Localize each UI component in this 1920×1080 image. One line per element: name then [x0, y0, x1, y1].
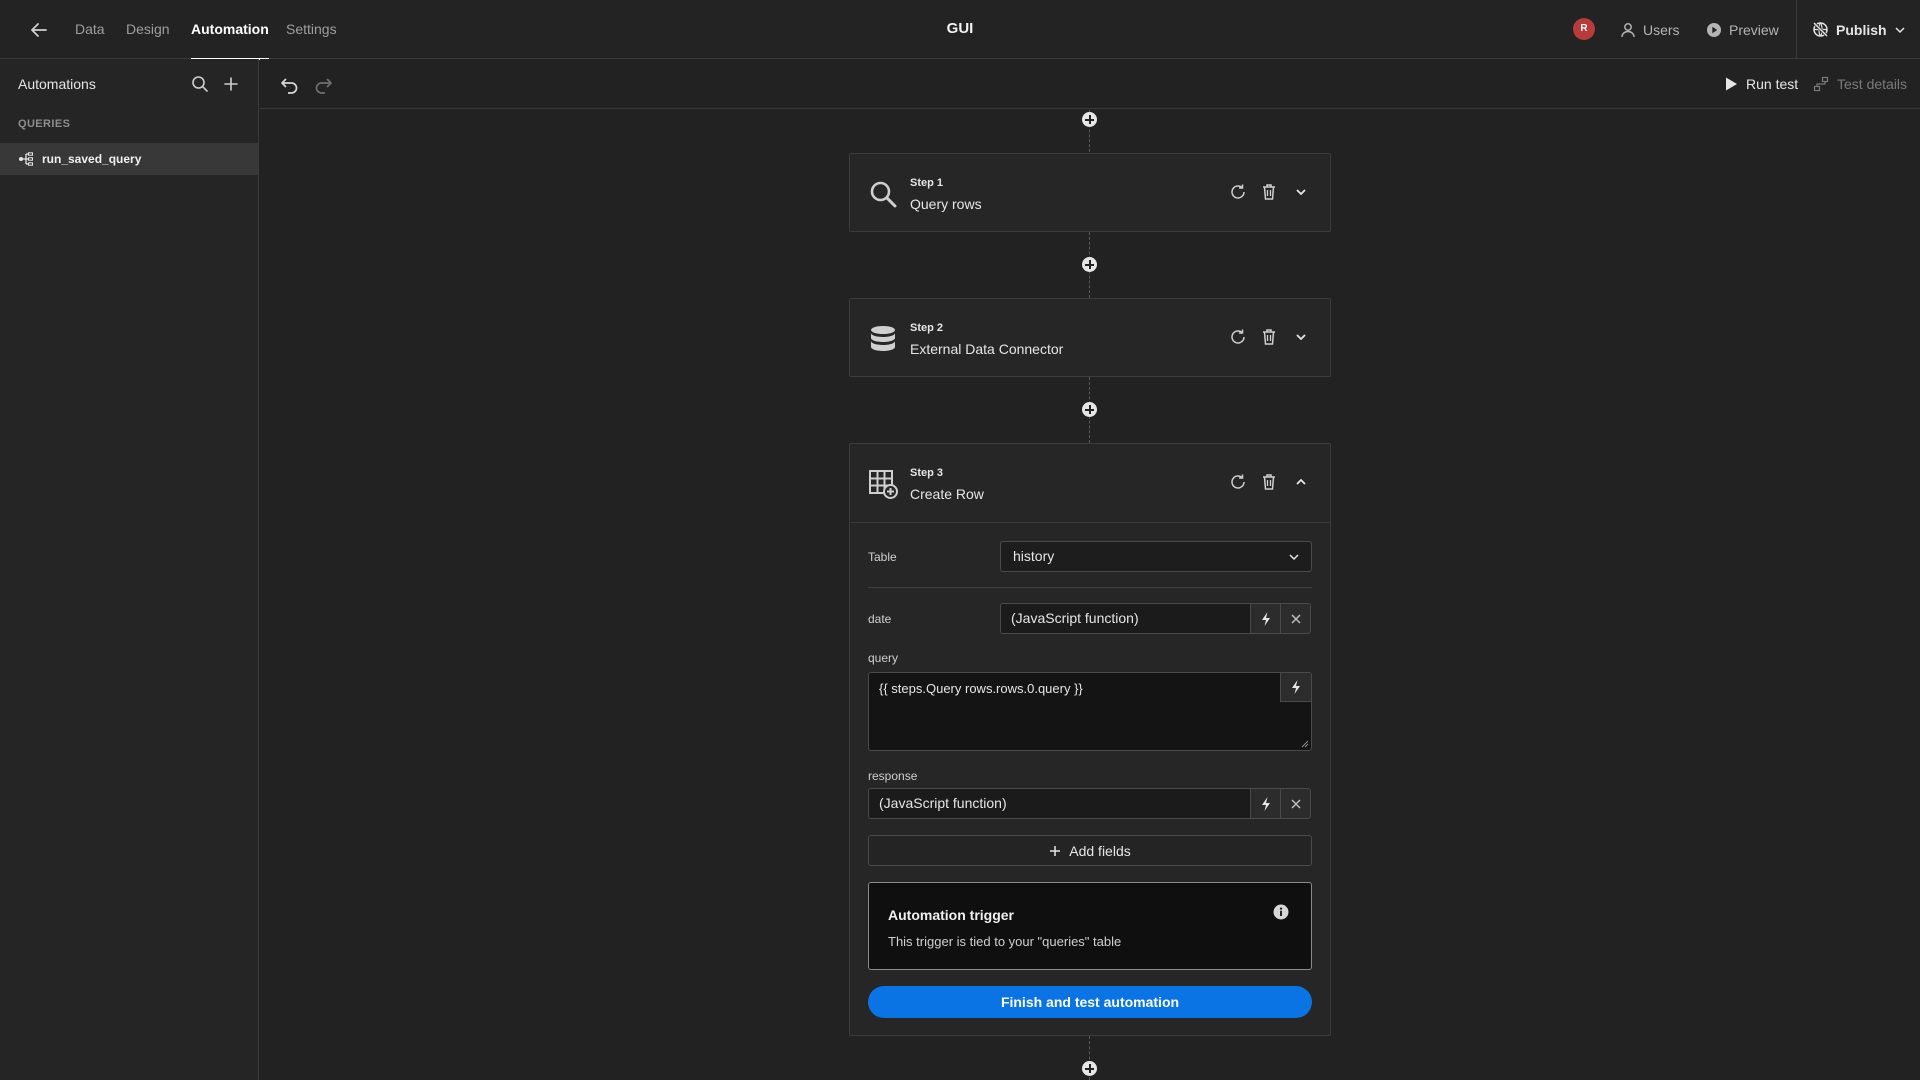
user-icon [1620, 22, 1636, 38]
add-icon[interactable] [221, 74, 241, 94]
step-config: Table history date (JavaScript function)… [850, 522, 1330, 1035]
automation-flow-icon [18, 152, 34, 166]
add-step-icon[interactable] [1082, 402, 1097, 417]
divider [1796, 0, 1797, 59]
add-fields-label: Add fields [1069, 842, 1131, 859]
lightning-bolt-icon[interactable] [1250, 788, 1281, 819]
publish-label: Publish [1836, 21, 1887, 38]
step-header[interactable]: Step 1 Query rows [850, 154, 1330, 232]
test-details-label: Test details [1837, 76, 1908, 92]
chevron-up-icon[interactable] [1291, 472, 1311, 492]
table-select-value: history [1013, 548, 1055, 564]
sidebar-item-label: run_saved_query [42, 152, 142, 166]
publish-button[interactable]: Publish [1812, 0, 1906, 59]
chevron-down-icon[interactable] [1291, 182, 1311, 202]
run-test-button[interactable]: Run test [1724, 59, 1798, 109]
add-step-icon[interactable] [1082, 1061, 1097, 1076]
tab-design[interactable]: Design [126, 0, 170, 59]
refresh-icon[interactable] [1228, 182, 1248, 202]
info-icon[interactable] [1273, 904, 1289, 920]
step-header[interactable]: Step 2 External Data Connector [850, 299, 1330, 377]
automation-trigger-info: Automation trigger This trigger is tied … [868, 882, 1312, 970]
tab-data[interactable]: Data [75, 0, 105, 59]
test-details-button[interactable]: Test details [1813, 59, 1907, 109]
database-icon [868, 324, 898, 354]
preview-label: Preview [1729, 21, 1779, 38]
undo-icon[interactable] [279, 73, 301, 95]
play-circle-icon [1706, 22, 1722, 38]
close-icon[interactable] [1280, 603, 1311, 634]
flow-icon [1813, 76, 1829, 92]
table-add-icon [868, 469, 898, 499]
back-arrow-icon[interactable] [28, 19, 50, 41]
avatar[interactable]: R [1573, 18, 1595, 40]
step-number: Step 2 [910, 322, 944, 334]
plus-icon [1049, 845, 1061, 857]
lightning-bolt-icon[interactable] [1250, 603, 1281, 634]
query-value: {{ steps.Query rows.rows.0.query }} [879, 681, 1083, 696]
date-label: date [868, 612, 892, 626]
play-icon [1724, 76, 1738, 92]
redo-icon[interactable] [312, 73, 334, 95]
close-icon[interactable] [1280, 788, 1311, 819]
add-step-icon[interactable] [1082, 112, 1097, 127]
trash-icon[interactable] [1259, 472, 1279, 492]
chevron-down-icon [1894, 24, 1906, 36]
app-title: GUI [946, 20, 974, 37]
add-fields-button[interactable]: Add fields [868, 835, 1312, 866]
table-label: Table [868, 550, 897, 564]
response-input[interactable]: (JavaScript function) [868, 788, 1251, 819]
lightning-bolt-icon[interactable] [1280, 673, 1311, 702]
refresh-icon[interactable] [1228, 327, 1248, 347]
query-textarea[interactable]: {{ steps.Query rows.rows.0.query }} [868, 672, 1312, 751]
step-number: Step 3 [910, 467, 944, 479]
top-bar: Data Design Automation Settings GUI R Us… [0, 0, 1920, 60]
step-name: Query rows [910, 196, 982, 212]
chevron-down-icon[interactable] [1291, 327, 1311, 347]
sidebar: Automations QUERIES run_saved_query [0, 59, 259, 1080]
add-step-icon[interactable] [1082, 257, 1097, 272]
resize-handle-icon[interactable] [1301, 740, 1309, 748]
chevron-down-icon [1287, 550, 1301, 564]
date-input[interactable]: (JavaScript function) [1000, 603, 1251, 634]
sidebar-title: Automations [18, 76, 96, 92]
tab-settings[interactable]: Settings [286, 0, 337, 59]
search-icon [868, 179, 898, 209]
users-label: Users [1643, 21, 1680, 38]
trash-icon[interactable] [1259, 327, 1279, 347]
step-card-3[interactable]: Step 3 Create Row Table history date (Ja… [849, 443, 1331, 1036]
editor-toolbar: Run test Test details [260, 59, 1920, 109]
query-label: query [868, 651, 899, 665]
globe-off-icon [1812, 21, 1829, 38]
section-label-queries: QUERIES [18, 118, 71, 130]
preview-button[interactable]: Preview [1706, 0, 1779, 59]
step-number: Step 1 [910, 177, 944, 189]
refresh-icon[interactable] [1228, 472, 1248, 492]
sidebar-item-run-saved-query[interactable]: run_saved_query [0, 143, 258, 175]
finish-and-test-button[interactable]: Finish and test automation [868, 986, 1312, 1018]
step-name: External Data Connector [910, 341, 1064, 357]
step-card-2[interactable]: Step 2 External Data Connector [849, 298, 1331, 377]
response-label: response [868, 769, 918, 783]
table-select[interactable]: history [1000, 541, 1312, 572]
run-test-label: Run test [1746, 76, 1799, 92]
tab-automation[interactable]: Automation [191, 0, 269, 60]
step-name: Create Row [910, 486, 984, 502]
step-header[interactable]: Step 3 Create Row [850, 444, 1330, 522]
sidebar-header: Automations [0, 59, 258, 109]
search-icon[interactable] [190, 74, 210, 94]
trash-icon[interactable] [1259, 182, 1279, 202]
users-button[interactable]: Users [1620, 0, 1680, 59]
step-card-1[interactable]: Step 1 Query rows [849, 153, 1331, 232]
divider [868, 587, 1312, 588]
trigger-title: Automation trigger [888, 907, 1014, 923]
trigger-description: This trigger is tied to your "queries" t… [888, 934, 1122, 949]
